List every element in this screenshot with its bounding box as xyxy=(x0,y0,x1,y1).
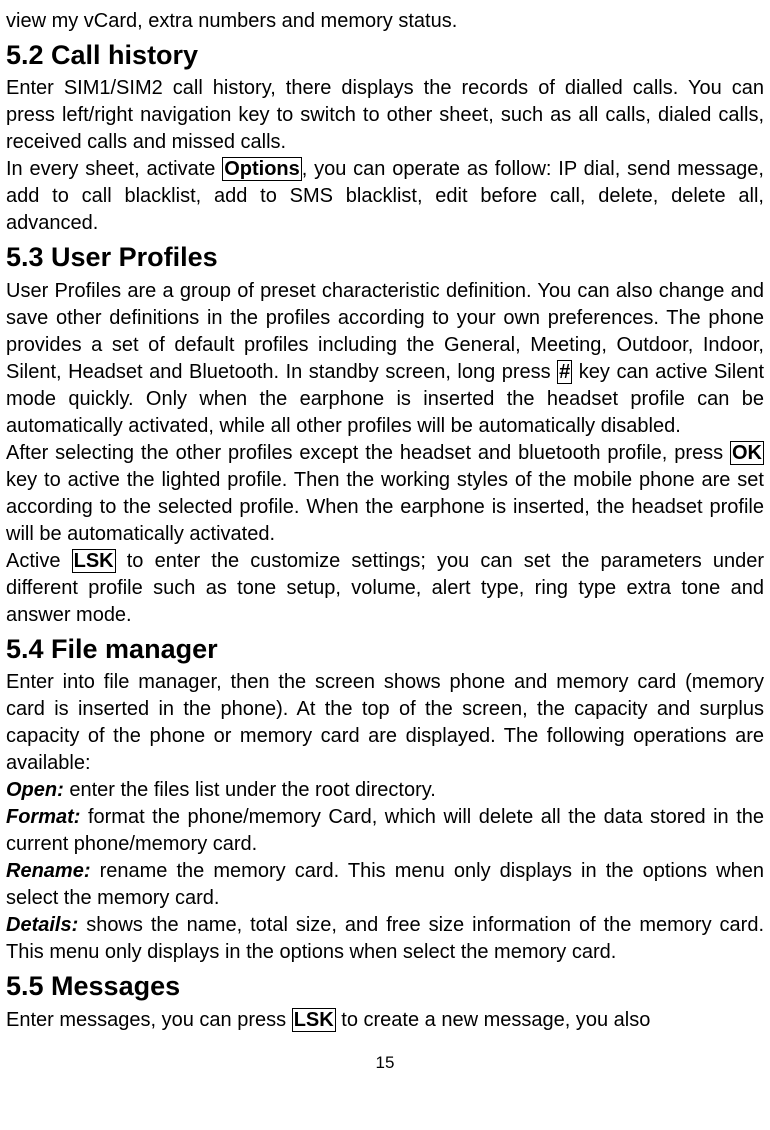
lsk-key: LSK xyxy=(72,549,116,573)
text-before-ok: After selecting the other profiles excep… xyxy=(6,442,730,464)
details-label: Details: xyxy=(6,914,78,936)
heading-5-2: 5.2 Call history xyxy=(6,37,764,73)
page-number: 15 xyxy=(6,1052,764,1075)
heading-5-5: 5.5 Messages xyxy=(6,968,764,1004)
sec-5-3-para-1: User Profiles are a group of preset char… xyxy=(6,278,764,440)
lsk-key-msg: LSK xyxy=(292,1008,336,1032)
text-before-lsk-msg: Enter messages, you can press xyxy=(6,1009,292,1031)
hash-key: # xyxy=(557,360,572,384)
ok-key: OK xyxy=(730,441,764,465)
sec-5-4-open: Open: enter the files list under the roo… xyxy=(6,777,764,804)
text-after-lsk-msg: to create a new message, you also xyxy=(336,1009,651,1031)
sec-5-2-para-1: Enter SIM1/SIM2 call history, there disp… xyxy=(6,75,764,156)
options-key: Options xyxy=(222,157,302,181)
details-text: shows the name, total size, and free siz… xyxy=(6,914,764,963)
format-label: Format: xyxy=(6,806,80,828)
format-text: format the phone/memory Card, which will… xyxy=(6,806,764,855)
rename-text: rename the memory card. This menu only d… xyxy=(6,860,764,909)
open-text: enter the files list under the root dire… xyxy=(64,779,436,801)
document-page: view my vCard, extra numbers and memory … xyxy=(6,8,764,1075)
text-before-lsk: Active xyxy=(6,550,72,572)
sec-5-4-rename: Rename: rename the memory card. This men… xyxy=(6,858,764,912)
intro-text: view my vCard, extra numbers and memory … xyxy=(6,8,764,35)
sec-5-2-para-2: In every sheet, activate Options, you ca… xyxy=(6,156,764,237)
sec-5-5-para-1: Enter messages, you can press LSK to cre… xyxy=(6,1007,764,1034)
rename-label: Rename: xyxy=(6,860,90,882)
text-after-ok: key to active the lighted profile. Then … xyxy=(6,469,764,545)
sec-5-3-para-2: After selecting the other profiles excep… xyxy=(6,440,764,548)
sec-5-4-details: Details: shows the name, total size, and… xyxy=(6,912,764,966)
heading-5-4: 5.4 File manager xyxy=(6,631,764,667)
text-before-options: In every sheet, activate xyxy=(6,158,222,180)
sec-5-4-para-1: Enter into file manager, then the screen… xyxy=(6,669,764,777)
text-after-lsk: to enter the customize settings; you can… xyxy=(6,550,764,626)
heading-5-3: 5.3 User Profiles xyxy=(6,239,764,275)
sec-5-4-format: Format: format the phone/memory Card, wh… xyxy=(6,804,764,858)
open-label: Open: xyxy=(6,779,64,801)
sec-5-3-para-3: Active LSK to enter the customize settin… xyxy=(6,548,764,629)
